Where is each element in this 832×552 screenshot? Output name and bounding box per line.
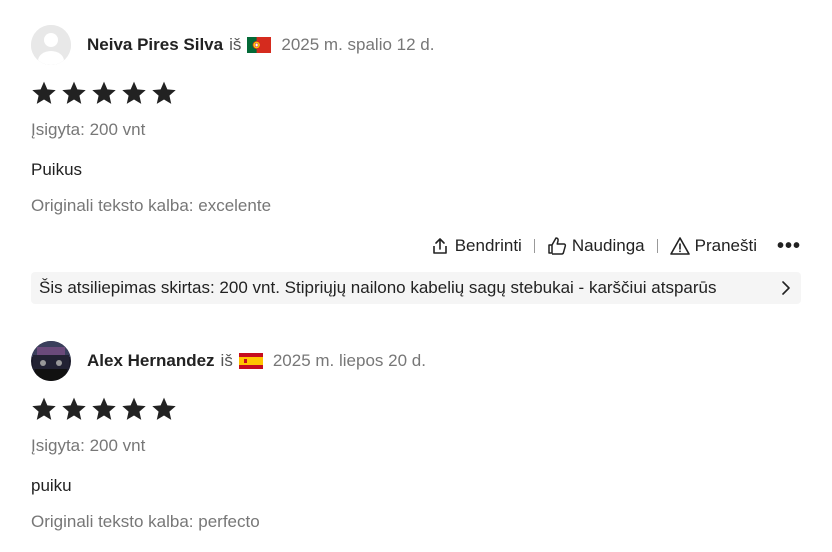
star-icon bbox=[62, 397, 86, 420]
avatar[interactable] bbox=[31, 341, 71, 381]
share-icon bbox=[432, 238, 447, 254]
reviewer-name: Alex Hernandez bbox=[87, 351, 215, 370]
chevron-right-icon bbox=[782, 281, 790, 295]
star-icon bbox=[32, 397, 56, 420]
avatar[interactable] bbox=[31, 25, 71, 65]
spain-flag-icon bbox=[238, 353, 263, 369]
share-label: Bendrinti bbox=[454, 236, 522, 255]
divider bbox=[533, 239, 535, 253]
review-header: Alex Hernandez iš 2025 m. liepos 20 d. bbox=[31, 340, 801, 382]
review-date: 2025 m. spalio 12 d. bbox=[281, 35, 435, 54]
star-icon bbox=[32, 81, 56, 104]
star-icon bbox=[152, 81, 176, 104]
star-icon bbox=[122, 81, 146, 104]
thumbs-up-icon bbox=[548, 237, 566, 255]
divider bbox=[656, 239, 658, 253]
reviewed-product-text: Šis atsiliepimas skirtas: 200 vnt. Stipr… bbox=[39, 278, 717, 297]
review-date: 2025 m. liepos 20 d. bbox=[272, 351, 426, 370]
star-icon bbox=[62, 81, 86, 104]
user-photo-avatar bbox=[31, 341, 71, 381]
review-text: puiku bbox=[31, 476, 72, 495]
reviewer-name: Neiva Pires Silva bbox=[87, 35, 224, 54]
warning-icon bbox=[669, 237, 690, 255]
report-label: Pranešti bbox=[694, 236, 757, 255]
purchase-info: Įsigyta: 200 vnt bbox=[31, 120, 146, 139]
star-icon bbox=[122, 397, 146, 420]
star-icon bbox=[152, 397, 176, 420]
star-icon bbox=[92, 397, 116, 420]
original-language-text: Originali teksto kalba: perfecto bbox=[31, 512, 260, 531]
helpful-label: Naudinga bbox=[571, 236, 645, 255]
from-label: iš bbox=[220, 351, 233, 370]
reviewed-product-link[interactable]: Šis atsiliepimas skirtas: 200 vnt. Stipr… bbox=[31, 272, 801, 304]
star-rating bbox=[31, 394, 801, 424]
default-avatar-icon bbox=[31, 25, 71, 65]
more-options-button[interactable]: ••• bbox=[777, 235, 801, 258]
report-button[interactable]: Pranešti bbox=[669, 236, 757, 256]
review-header: Neiva Pires Silva iš 2025 m. spalio 12 d… bbox=[31, 24, 801, 66]
review-actions: Bendrinti Naudinga Pranešti ••• bbox=[31, 232, 801, 260]
star-icon bbox=[92, 81, 116, 104]
portugal-flag-icon bbox=[247, 37, 272, 53]
helpful-button[interactable]: Naudinga bbox=[547, 236, 645, 256]
from-label: iš bbox=[229, 35, 242, 54]
review-text: Puikus bbox=[31, 160, 83, 179]
review-card: Alex Hernandez iš 2025 m. liepos 20 d. Į… bbox=[31, 340, 801, 532]
star-rating bbox=[31, 78, 801, 108]
review-card: Neiva Pires Silva iš 2025 m. spalio 12 d… bbox=[31, 24, 801, 304]
share-button[interactable]: Bendrinti bbox=[430, 236, 522, 256]
original-language-text: Originali teksto kalba: excelente bbox=[31, 196, 272, 215]
purchase-info: Įsigyta: 200 vnt bbox=[31, 436, 146, 455]
